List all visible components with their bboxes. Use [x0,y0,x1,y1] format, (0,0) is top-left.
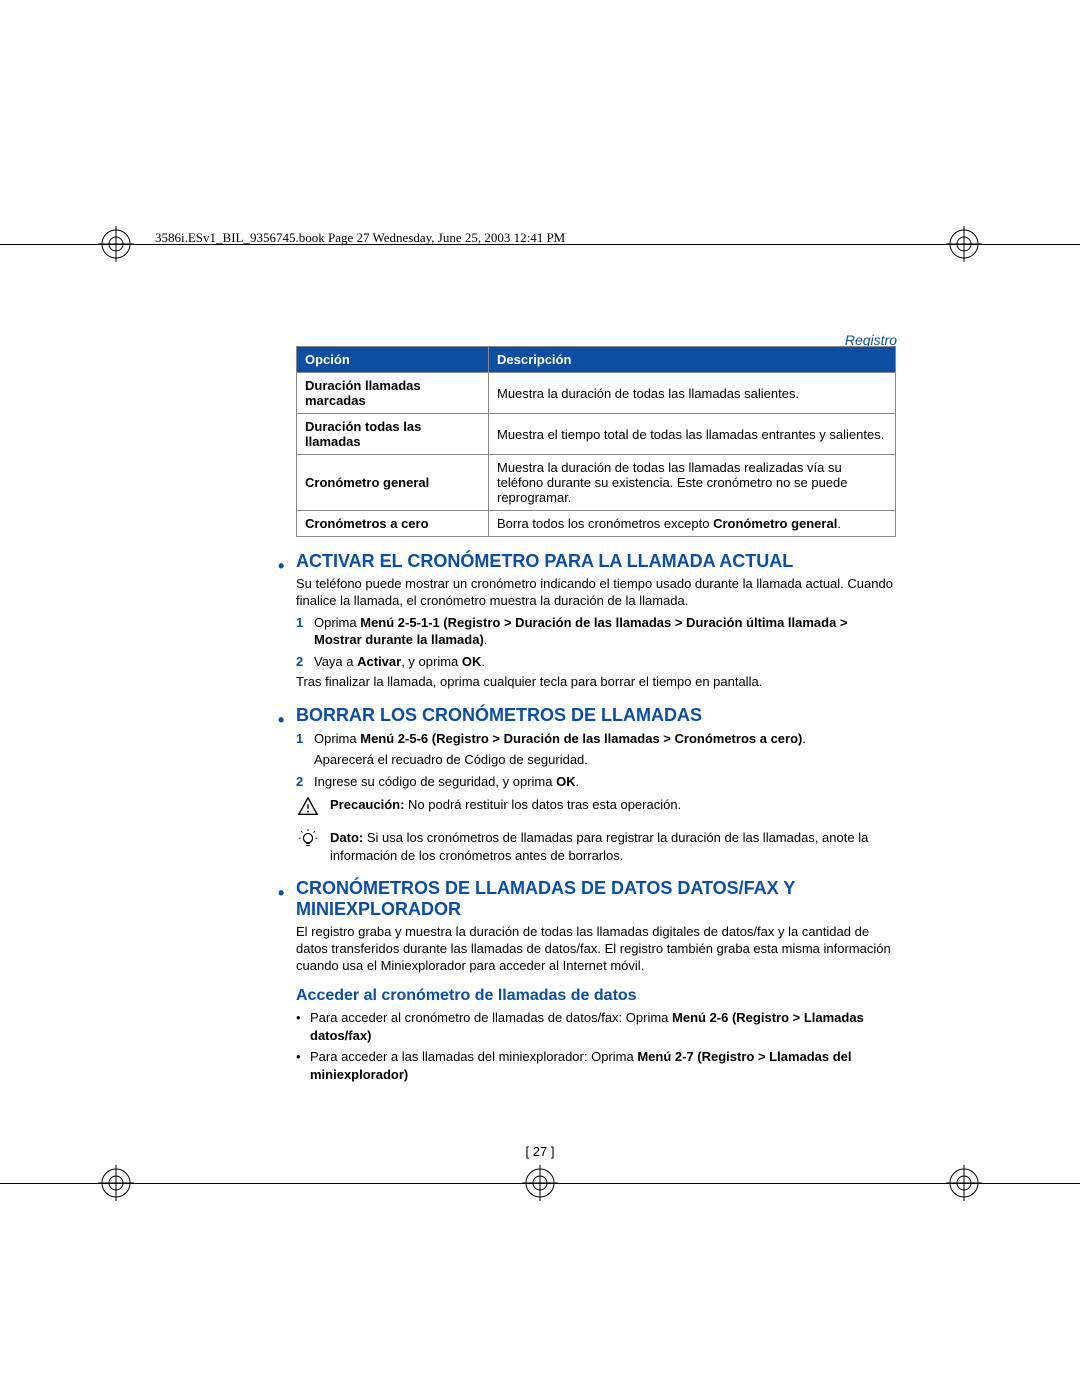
table-cell-desc: Muestra la duración de todas las llamada… [489,373,896,414]
step-number: 1 [296,730,303,748]
bullet-list: Para acceder al cronómetro de llamadas d… [296,1009,896,1083]
page-content: Opción Descripción Duración llamadas mar… [296,346,896,1087]
step-2: 2 Vaya a Activar, y oprima OK. [296,653,896,671]
table-row: Cronómetro general Muestra la duración d… [297,455,896,511]
lightbulb-icon [296,829,320,856]
table-row: Duración todas las llamadas Muestra el t… [297,414,896,455]
options-table: Opción Descripción Duración llamadas mar… [296,346,896,537]
step-1: 1 Oprima Menú 2-5-6 (Registro > Duración… [296,730,896,748]
step-number: 1 [296,614,303,632]
table-cell-desc: Borra todos los cronómetros excepto Cron… [489,511,896,537]
caution-text: Precaución: No podrá restituir los datos… [330,796,896,814]
print-header-text: 3586i.ESv1_BIL_9356745.book Page 27 Wedn… [155,230,565,246]
bullet-icon: • [278,711,284,729]
step-number: 2 [296,653,303,671]
step-number: 2 [296,773,303,791]
section-heading-clear-timers: • BORRAR LOS CRONÓMETROS DE LLAMADAS [296,705,896,726]
register-mark-icon [946,1165,982,1201]
list-item: Para acceder a las llamadas del miniexpl… [310,1048,896,1083]
step-2: 2 Ingrese su código de seguridad, y opri… [296,773,896,791]
subsection-heading-access-data-timer: Acceder al cronómetro de llamadas de dat… [296,987,896,1005]
table-header-option: Opción [297,347,489,373]
table-cell-desc: Muestra la duración de todas las llamada… [489,455,896,511]
table-row: Cronómetros a cero Borra todos los cronó… [297,511,896,537]
table-cell-option: Duración llamadas marcadas [297,373,489,414]
tip-text: Dato: Si usa los cronómetros de llamadas… [330,829,896,864]
tip-note: Dato: Si usa los cronómetros de llamadas… [296,829,896,864]
section-heading-activate-timer: • ACTIVAR EL CRONÓMETRO PARA LA LLAMADA … [296,551,896,572]
step-1: 1 Oprima Menú 2-5-1-1 (Registro > Duraci… [296,614,896,649]
bullet-icon: • [278,884,284,902]
register-mark-icon [98,1165,134,1201]
body-text: El registro graba y muestra la duración … [296,924,896,975]
section-heading-data-timers: • CRONÓMETROS DE LLAMADAS DE DATOS DATOS… [296,878,896,920]
table-row: Duración llamadas marcadas Muestra la du… [297,373,896,414]
table-header-description: Descripción [489,347,896,373]
body-text: Tras finalizar la llamada, oprima cualqu… [296,674,896,691]
caution-icon [296,796,320,823]
register-mark-icon [522,1165,558,1201]
table-cell-option: Duración todas las llamadas [297,414,489,455]
body-text: Aparecerá el recuadro de Código de segur… [314,752,896,769]
table-cell-option: Cronómetro general [297,455,489,511]
table-cell-desc: Muestra el tiempo total de todas las lla… [489,414,896,455]
page-number: [ 27 ] [0,1144,1080,1159]
table-cell-option: Cronómetros a cero [297,511,489,537]
register-mark-icon [946,226,982,262]
list-item: Para acceder al cronómetro de llamadas d… [310,1009,896,1044]
register-mark-icon [98,226,134,262]
caution-note: Precaución: No podrá restituir los datos… [296,796,896,823]
bullet-icon: • [278,557,284,575]
body-text: Su teléfono puede mostrar un cronómetro … [296,576,896,610]
